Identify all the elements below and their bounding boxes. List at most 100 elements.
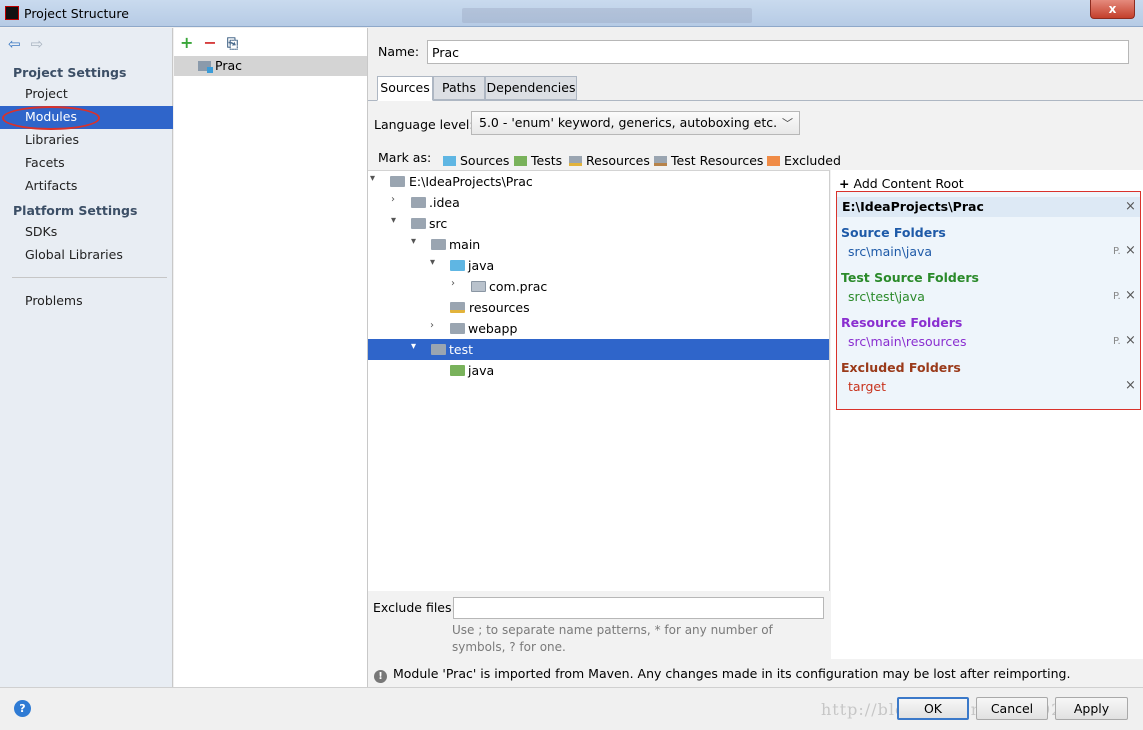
- tree-node-label: test: [449, 342, 474, 357]
- mark-test-resources-button[interactable]: Test Resources: [654, 153, 763, 168]
- resource-folder-path: src\main\resources: [848, 334, 967, 349]
- ok-button[interactable]: OK: [897, 697, 969, 720]
- language-level-label: Language level:: [374, 117, 474, 132]
- mark-as-label: Mark as:: [378, 150, 432, 165]
- module-item-label: Prac: [215, 58, 242, 73]
- remove-content-root-icon[interactable]: ×: [1125, 199, 1136, 214]
- chevron-down-icon[interactable]: ▾: [391, 215, 403, 226]
- module-list-panel: + − ⎘ Prac: [174, 28, 368, 687]
- excluded-folder-path: target: [848, 379, 887, 394]
- tree-node-label: src: [429, 216, 448, 231]
- package-icon: [471, 281, 486, 292]
- language-level-value: 5.0 - 'enum' keyword, generics, autoboxi…: [479, 115, 778, 130]
- add-icon[interactable]: +: [180, 33, 193, 52]
- copy-icon[interactable]: ⎘: [227, 36, 238, 52]
- module-item-prac[interactable]: Prac: [174, 56, 367, 76]
- tree-node-label: java: [468, 363, 495, 378]
- nav-item-sdks[interactable]: SDKs: [0, 221, 173, 244]
- nav-item-global-libraries[interactable]: Global Libraries: [0, 244, 173, 267]
- tree-node[interactable]: ▾ src: [368, 213, 829, 234]
- resource-folders-title: Resource Folders: [841, 315, 963, 330]
- chevron-down-icon[interactable]: ▾: [370, 173, 382, 184]
- tree-node-label: .idea: [429, 195, 460, 210]
- nav-item-problems[interactable]: Problems: [0, 290, 173, 313]
- tree-node-label: java: [468, 258, 495, 273]
- cancel-button[interactable]: Cancel: [976, 697, 1048, 720]
- chevron-right-icon[interactable]: ›: [391, 194, 403, 205]
- resource-folder-icon: [450, 302, 465, 313]
- folder-properties-icon[interactable]: P.: [1113, 291, 1121, 302]
- tree-node[interactable]: › webapp: [368, 318, 829, 339]
- help-icon[interactable]: ?: [14, 700, 31, 717]
- nav-item-artifacts[interactable]: Artifacts: [0, 175, 173, 198]
- tab-sources[interactable]: Sources: [377, 76, 433, 101]
- close-button[interactable]: x: [1090, 0, 1135, 19]
- mark-sources-button[interactable]: Sources: [443, 153, 509, 168]
- chevron-right-icon[interactable]: ›: [451, 278, 463, 289]
- folder-icon: [431, 239, 446, 250]
- module-icon: [198, 61, 213, 73]
- nav-arrows: ⇦ ⇨: [8, 35, 53, 53]
- exclude-files-input[interactable]: [453, 597, 824, 619]
- source-folder-icon: [450, 260, 465, 271]
- mark-tests-button[interactable]: Tests: [514, 153, 562, 168]
- tree-node[interactable]: ▾ java: [368, 255, 829, 276]
- tree-node[interactable]: ▾ main: [368, 234, 829, 255]
- content-root-card: E:\IdeaProjects\Prac × Source Folders sr…: [836, 191, 1141, 410]
- window-title: Project Structure: [24, 6, 129, 21]
- apply-button[interactable]: Apply: [1055, 697, 1128, 720]
- tree-node[interactable]: ▾ E:\IdeaProjects\Prac: [368, 171, 829, 192]
- background-window-title: [462, 8, 752, 23]
- excluded-folder-icon: [767, 156, 780, 166]
- tree-node-label: E:\IdeaProjects\Prac: [409, 174, 533, 189]
- tab-paths[interactable]: Paths: [433, 76, 485, 100]
- exclude-files-help: Use ; to separate name patterns, * for a…: [452, 623, 773, 654]
- tree-node-label: main: [449, 237, 481, 252]
- chevron-down-icon[interactable]: ▾: [411, 236, 423, 247]
- remove-folder-icon[interactable]: ×: [1125, 333, 1136, 348]
- remove-icon[interactable]: −: [203, 33, 216, 52]
- folder-properties-icon[interactable]: P.: [1113, 246, 1121, 257]
- nav-item-project[interactable]: Project: [0, 83, 173, 106]
- folder-icon: [390, 176, 405, 187]
- remove-folder-icon[interactable]: ×: [1125, 243, 1136, 258]
- tree-node[interactable]: › .idea: [368, 192, 829, 213]
- mark-excluded-button[interactable]: Excluded: [767, 153, 841, 168]
- nav-item-libraries[interactable]: Libraries: [0, 129, 173, 152]
- language-level-select[interactable]: 5.0 - 'enum' keyword, generics, autoboxi…: [471, 111, 800, 135]
- mark-resources-button[interactable]: Resources: [569, 153, 650, 168]
- add-content-root-button[interactable]: + Add Content Root: [839, 176, 964, 191]
- module-toolbar: + − ⎘: [180, 33, 238, 52]
- folder-icon: [411, 197, 426, 208]
- tree-node[interactable]: › com.prac: [368, 276, 829, 297]
- folder-icon: [411, 218, 426, 229]
- maven-import-note: ! Module 'Prac' is imported from Maven. A…: [374, 666, 1070, 683]
- excluded-folders-title: Excluded Folders: [841, 360, 961, 375]
- remove-folder-icon[interactable]: ×: [1125, 288, 1136, 303]
- info-icon: !: [374, 670, 387, 683]
- nav-item-facets[interactable]: Facets: [0, 152, 173, 175]
- tree-node-selected[interactable]: ▾ test: [368, 339, 829, 360]
- folder-properties-icon[interactable]: P.: [1113, 336, 1121, 347]
- exclude-files-label: Exclude files:: [373, 600, 456, 615]
- remove-folder-icon[interactable]: ×: [1125, 378, 1136, 393]
- tree-node-label: com.prac: [489, 279, 548, 294]
- tree-node[interactable]: resources: [368, 297, 829, 318]
- arrow-left-icon[interactable]: ⇦: [8, 35, 21, 53]
- chevron-down-icon[interactable]: ▾: [411, 341, 423, 352]
- tree-node[interactable]: java: [368, 360, 829, 381]
- module-name-input[interactable]: [427, 40, 1129, 64]
- content-root-path: E:\IdeaProjects\Prac: [837, 197, 1140, 217]
- chevron-down-icon: ﹀: [782, 117, 793, 130]
- folder-icon: [431, 344, 446, 355]
- arrow-right-icon[interactable]: ⇨: [31, 35, 44, 53]
- tab-dependencies[interactable]: Dependencies: [485, 76, 577, 100]
- chevron-down-icon[interactable]: ▾: [430, 257, 442, 268]
- test-folder-icon: [514, 156, 527, 166]
- test-resource-folder-icon: [654, 156, 667, 166]
- chevron-right-icon[interactable]: ›: [430, 320, 442, 331]
- tree-node-label: webapp: [468, 321, 518, 336]
- resource-folder-icon: [569, 156, 582, 166]
- folder-icon: [450, 323, 465, 334]
- app-icon: [5, 6, 19, 20]
